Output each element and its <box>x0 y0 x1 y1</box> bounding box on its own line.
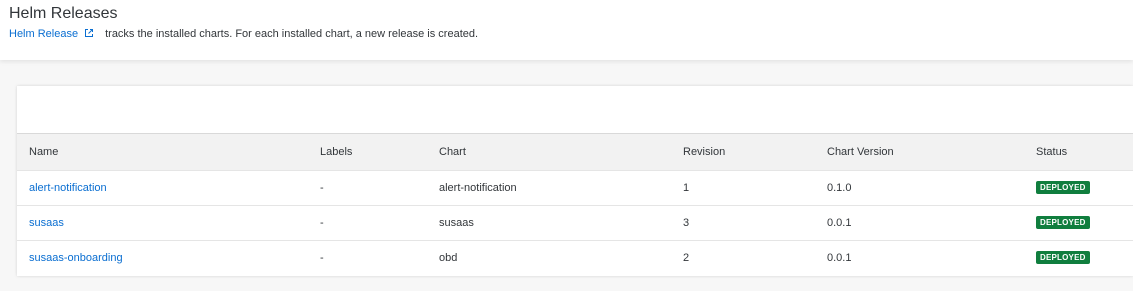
releases-card: Name Labels Chart Revision Chart Version… <box>17 86 1133 276</box>
page-title: Helm Releases <box>9 5 118 22</box>
column-header-chart[interactable]: Chart <box>439 134 683 170</box>
description-text: tracks the installed charts. For each in… <box>105 28 479 40</box>
column-header-revision[interactable]: Revision <box>683 134 827 170</box>
table-header-row: Name Labels Chart Revision Chart Version… <box>17 134 1133 170</box>
page-description: Helm Release tracks the installed charts… <box>9 28 478 40</box>
chart-version-cell: 0.1.0 <box>827 181 852 194</box>
status-badge: DEPLOYED <box>1036 216 1090 229</box>
table-row[interactable]: susaas-onboarding - obd 2 0.0.1 DEPLOYED <box>17 240 1133 275</box>
helm-release-link[interactable]: Helm Release <box>9 28 78 40</box>
release-name-cell: alert-notification <box>17 170 320 205</box>
table-row[interactable]: susaas - susaas 3 0.0.1 DEPLOYED <box>17 205 1133 240</box>
labels-cell: - <box>320 251 324 264</box>
table-row[interactable]: alert-notification - alert-notification … <box>17 170 1133 205</box>
table-toolbar <box>17 86 1133 134</box>
chart-cell: obd <box>439 251 458 264</box>
status-cell: DEPLOYED <box>1036 240 1133 275</box>
revision-cell: 3 <box>683 216 690 229</box>
column-header-status[interactable]: Status <box>1036 134 1133 170</box>
chart-cell: alert-notification <box>439 181 517 194</box>
page-header: Helm Releases Helm Release tracks the in… <box>0 0 1133 60</box>
chart-version-cell: 0.0.1 <box>827 251 852 264</box>
labels-cell: - <box>320 216 324 229</box>
release-name-link[interactable]: susaas <box>29 217 64 229</box>
releases-table: Name Labels Chart Revision Chart Version… <box>17 134 1133 275</box>
revision-cell: 1 <box>683 181 690 194</box>
chart-cell: susaas <box>439 216 474 229</box>
release-name-cell: susaas-onboarding <box>17 240 320 275</box>
release-name-link[interactable]: alert-notification <box>29 182 107 194</box>
column-header-chart-version[interactable]: Chart Version <box>827 134 1036 170</box>
status-cell: DEPLOYED <box>1036 170 1133 205</box>
status-cell: DEPLOYED <box>1036 205 1133 240</box>
labels-cell: - <box>320 181 324 194</box>
column-header-labels[interactable]: Labels <box>320 134 439 170</box>
column-header-name[interactable]: Name <box>17 134 320 170</box>
chart-version-cell: 0.0.1 <box>827 216 852 229</box>
status-badge: DEPLOYED <box>1036 251 1090 265</box>
release-name-link[interactable]: susaas-onboarding <box>29 252 123 264</box>
external-link-icon[interactable] <box>84 28 94 38</box>
status-badge: DEPLOYED <box>1036 181 1090 194</box>
release-name-cell: susaas <box>17 205 320 240</box>
revision-cell: 2 <box>683 251 690 264</box>
